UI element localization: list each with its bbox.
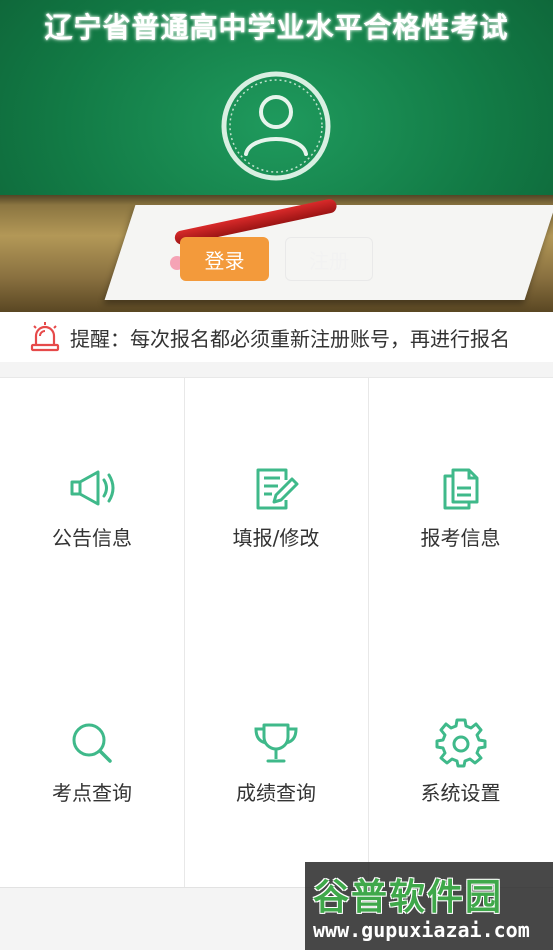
register-button[interactable]: 注册 bbox=[285, 237, 373, 281]
menu-item-score-search[interactable]: 成绩查询 bbox=[184, 633, 368, 888]
menu-item-label: 成绩查询 bbox=[236, 781, 316, 805]
notice-text: 提醒：每次报名都必须重新注册账号，再进行报名 bbox=[70, 326, 510, 351]
menu-item-settings[interactable]: 系统设置 bbox=[368, 633, 553, 888]
megaphone-icon bbox=[70, 470, 115, 506]
menu-item-label: 系统设置 bbox=[420, 781, 501, 805]
menu-item-fill-edit[interactable]: 填报/修改 bbox=[184, 378, 368, 633]
alarm-icon bbox=[30, 322, 60, 352]
watermark-brand: 谷普软件园 bbox=[313, 877, 504, 918]
menu-item-label: 公告信息 bbox=[52, 526, 132, 550]
menu-item-registration-info[interactable]: 报考信息 bbox=[368, 378, 553, 633]
trophy-icon bbox=[254, 723, 298, 763]
app-screen: 辽宁省普通高中学业水平合格性考试 登录 注册 提醒：每次报名都必须重新注册账号，… bbox=[0, 0, 553, 950]
search-icon bbox=[72, 723, 112, 763]
gear-icon bbox=[435, 718, 486, 768]
menu-item-exam-site-search[interactable]: 考点查询 bbox=[0, 633, 184, 888]
watermark: 谷普软件园 www.gupuxiazai.com bbox=[305, 862, 553, 950]
edit-document-icon bbox=[256, 468, 299, 510]
menu-item-label: 考点查询 bbox=[52, 781, 132, 805]
page-title: 辽宁省普通高中学业水平合格性考试 bbox=[44, 11, 509, 44]
documents-icon bbox=[443, 468, 478, 510]
login-button[interactable]: 登录 bbox=[180, 237, 269, 281]
menu-item-label: 填报/修改 bbox=[232, 526, 320, 550]
header-banner: 辽宁省普通高中学业水平合格性考试 登录 注册 bbox=[0, 0, 553, 312]
notice-bar: 提醒：每次报名都必须重新注册账号，再进行报名 bbox=[0, 312, 553, 362]
avatar-icon bbox=[221, 71, 331, 181]
menu-grid: 公告信息 填报/修改 报考信息 考点查询 成绩查询 系统设置 bbox=[0, 377, 553, 888]
menu-item-announcements[interactable]: 公告信息 bbox=[0, 378, 184, 633]
watermark-url: www.gupuxiazai.com bbox=[313, 918, 530, 942]
menu-item-label: 报考信息 bbox=[420, 526, 501, 550]
